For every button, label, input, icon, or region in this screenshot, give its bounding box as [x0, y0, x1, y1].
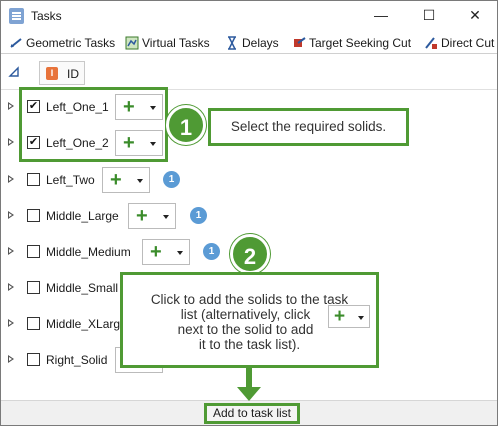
task-count-badge: 1	[163, 171, 180, 188]
geometric-tasks-icon	[10, 38, 22, 48]
minimize-button[interactable]: —	[370, 5, 392, 25]
expand-arrow-icon[interactable]	[8, 138, 14, 146]
task-count-badge: 1	[190, 207, 207, 224]
title-bar: Tasks — ☐ ✕	[1, 1, 497, 31]
row-checkbox[interactable]	[27, 209, 40, 222]
pointer-arrow-shaft	[246, 367, 252, 389]
row-checkbox[interactable]	[27, 173, 40, 186]
plus-icon: +	[334, 306, 346, 327]
expand-arrow-icon[interactable]	[8, 247, 14, 255]
close-button[interactable]: ✕	[464, 5, 486, 25]
direct-cut-icon	[425, 37, 437, 49]
id-icon: I	[46, 67, 58, 80]
expand-arrow-icon[interactable]	[8, 355, 14, 363]
chevron-down-icon	[163, 215, 169, 219]
tab-target-seeking-cut[interactable]: Target Seeking Cut	[292, 34, 411, 52]
hourglass-icon	[228, 36, 236, 50]
tab-label: Direct Cut	[441, 36, 495, 50]
column-header-row: I ID	[1, 56, 497, 90]
solid-name: Middle_Medium	[46, 245, 131, 259]
solid-name: Left_Two	[46, 173, 95, 187]
expand-arrow-icon[interactable]	[8, 102, 14, 110]
tab-virtual-tasks[interactable]: Virtual Tasks	[125, 34, 210, 52]
plus-icon: +	[150, 241, 162, 263]
row-checkbox[interactable]	[27, 281, 40, 294]
selection-highlight-box	[19, 87, 168, 162]
solid-name: Middle_Small	[46, 281, 119, 295]
add-solid-dropdown[interactable]: +	[142, 239, 190, 265]
solid-name: Right_Solid	[46, 353, 108, 367]
footer-bar: Add to task list	[1, 400, 497, 425]
tab-label: Target Seeking Cut	[309, 36, 412, 50]
solid-name: Middle_Large	[46, 209, 119, 223]
step-1-callout: Select the required solids.	[208, 108, 409, 146]
chevron-down-icon	[137, 179, 143, 183]
collapse-all-icon[interactable]	[8, 66, 20, 78]
tab-label: Delays	[242, 36, 279, 50]
pointer-arrow-head-icon	[237, 387, 261, 401]
step-1-marker: 1	[166, 105, 206, 145]
step-2-callout: Click to add the solids to the task list…	[120, 272, 379, 368]
chevron-down-icon	[358, 316, 364, 320]
tab-label: Geometric Tasks	[26, 36, 116, 50]
step-2-text-line: it to the task list).	[198, 337, 301, 352]
solid-name: Middle_XLarge	[46, 317, 127, 331]
expand-arrow-icon[interactable]	[8, 175, 14, 183]
row-checkbox[interactable]	[27, 245, 40, 258]
solid-row[interactable]: Left_Two + 1	[1, 163, 497, 197]
chevron-down-icon	[177, 251, 183, 255]
inline-add-dropdown-example: +	[328, 305, 370, 328]
expand-arrow-icon[interactable]	[8, 283, 14, 291]
target-seeking-cut-icon	[294, 37, 306, 47]
solid-row[interactable]: Middle_Large + 1	[1, 199, 497, 233]
id-column-header[interactable]: I ID	[39, 61, 85, 85]
expand-arrow-icon[interactable]	[8, 319, 14, 327]
add-to-task-list-button[interactable]: Add to task list	[204, 403, 300, 424]
plus-icon: +	[110, 169, 122, 191]
row-checkbox[interactable]	[27, 317, 40, 330]
tasks-app-icon	[9, 8, 24, 24]
expand-arrow-icon[interactable]	[8, 211, 14, 219]
tasks-window: Tasks — ☐ ✕ Geometric Tasks Virtual Task…	[0, 0, 498, 426]
virtual-tasks-icon	[125, 36, 139, 50]
add-solid-dropdown[interactable]: +	[128, 203, 176, 229]
tab-delays[interactable]: Delays	[225, 34, 279, 52]
plus-icon: +	[136, 205, 148, 227]
add-solid-dropdown[interactable]: +	[102, 167, 150, 193]
row-checkbox[interactable]	[27, 353, 40, 366]
window-title: Tasks	[31, 9, 62, 23]
id-column-label: ID	[67, 67, 79, 81]
step-2-marker: 2	[230, 234, 270, 274]
tab-direct-cut[interactable]: Direct Cut	[424, 34, 494, 52]
task-count-badge: 1	[203, 243, 220, 260]
maximize-button[interactable]: ☐	[418, 5, 440, 25]
tab-geometric-tasks[interactable]: Geometric Tasks	[9, 34, 115, 52]
tab-label: Virtual Tasks	[142, 36, 210, 50]
task-type-tabs: Geometric Tasks Virtual Tasks Delays Tar…	[1, 32, 497, 54]
